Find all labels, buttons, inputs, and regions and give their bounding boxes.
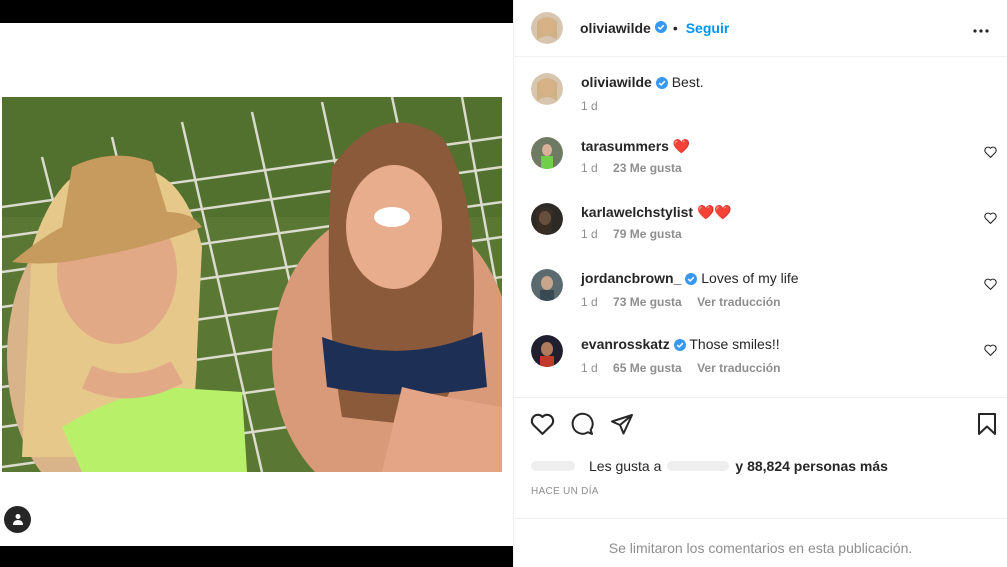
heart-icon <box>530 413 555 439</box>
comment-time: 1 d <box>581 161 598 175</box>
more-options-icon <box>973 20 989 36</box>
comment-like-button[interactable] <box>984 277 998 291</box>
tagged-user-button[interactable] <box>4 506 31 533</box>
comment-username[interactable]: karlawelchstylist <box>581 204 693 220</box>
likes-prefix: Les gusta a <box>589 458 662 474</box>
commenter-avatar[interactable] <box>531 269 563 301</box>
post-timestamp[interactable]: HACE UN DÍA <box>531 486 599 497</box>
letterbox-top <box>0 0 513 23</box>
caption-row: oliviawilde Best. 1 d <box>531 73 1007 133</box>
commenter-avatar[interactable] <box>531 203 563 235</box>
caption-text: Best. <box>671 74 704 90</box>
see-translation-link[interactable]: Ver traducción <box>697 361 780 375</box>
post-actions: Les gusta a y 88,824 personas más HACE U… <box>514 397 1007 519</box>
tagged-user-icon <box>12 512 24 528</box>
author-avatar[interactable] <box>531 12 563 44</box>
follow-button[interactable]: Seguir <box>686 20 730 36</box>
post-media-pane <box>0 0 513 567</box>
comment-row: evanrosskatz Those smiles!! 1 d 65 Me gu… <box>531 335 1007 395</box>
comments-limited-notice: Se limitaron los comentarios en esta pub… <box>608 540 913 556</box>
comment-row: karlawelchstylist ❤️❤️ 1 d 79 Me gusta <box>531 203 1007 263</box>
commenter-avatar[interactable] <box>531 137 563 169</box>
comment-row: tarasummers ❤️ 1 d 23 Me gusta <box>531 137 1007 197</box>
comment-text: Those smiles!! <box>689 336 780 352</box>
post-photo[interactable] <box>2 97 502 472</box>
heart-icon <box>984 211 997 227</box>
like-button[interactable] <box>530 412 556 438</box>
commenter-avatar[interactable] <box>531 335 563 367</box>
liker-avatars <box>531 461 575 471</box>
comment-likes[interactable]: 79 Me gusta <box>613 227 682 241</box>
verified-badge-icon <box>685 271 698 289</box>
comment-time: 1 d <box>581 227 598 241</box>
comment-text: ❤️❤️ <box>696 204 732 220</box>
comment-like-button[interactable] <box>984 211 998 225</box>
likes-count[interactable]: y 88,824 personas más <box>735 458 888 474</box>
see-translation-link[interactable]: Ver traducción <box>697 295 780 309</box>
comment-icon <box>570 412 594 439</box>
post-sidebar: oliviawilde • Seguir oliviawilde Best. 1… <box>513 0 1007 567</box>
comment-username[interactable]: jordancbrown_ <box>581 270 681 286</box>
comment-like-button[interactable] <box>984 343 998 357</box>
heart-icon <box>984 145 997 161</box>
save-button[interactable] <box>976 412 1002 438</box>
letterbox-bottom <box>0 546 513 567</box>
comment-likes[interactable]: 23 Me gusta <box>613 161 682 175</box>
bookmark-icon <box>976 413 998 439</box>
comment-text: ❤️ <box>672 138 691 154</box>
share-icon <box>610 414 634 439</box>
liker-name[interactable] <box>667 461 730 471</box>
separator-dot: • <box>672 20 678 36</box>
share-button[interactable] <box>610 412 636 438</box>
comment-time: 1 d <box>581 295 598 309</box>
heart-icon <box>984 277 997 293</box>
verified-badge-icon <box>654 20 667 36</box>
author-avatar[interactable] <box>531 73 563 105</box>
comment-likes[interactable]: 65 Me gusta <box>613 361 682 375</box>
comment-username[interactable]: tarasummers <box>581 138 669 154</box>
heart-icon <box>984 343 997 359</box>
comments-list: oliviawilde Best. 1 d tarasummers ❤️ 1 d… <box>514 58 1007 397</box>
more-options-button[interactable] <box>969 16 993 40</box>
comment-text: Loves of my life <box>701 270 799 286</box>
comment-row: jordancbrown_ Loves of my life 1 d 73 Me… <box>531 269 1007 329</box>
comment-button[interactable] <box>570 412 596 438</box>
comment-username[interactable]: evanrosskatz <box>581 336 670 352</box>
caption-time: 1 d <box>581 99 598 113</box>
comment-likes[interactable]: 73 Me gusta <box>613 295 682 309</box>
author-username[interactable]: oliviawilde <box>580 20 651 36</box>
caption-username[interactable]: oliviawilde <box>581 74 652 90</box>
verified-badge-icon <box>655 75 668 93</box>
photo-illustration <box>2 97 502 472</box>
post-header: oliviawilde • Seguir <box>514 0 1007 57</box>
comment-time: 1 d <box>581 361 598 375</box>
comment-like-button[interactable] <box>984 145 998 159</box>
likes-summary: Les gusta a y 88,824 personas más <box>531 458 888 474</box>
verified-badge-icon <box>673 337 686 355</box>
